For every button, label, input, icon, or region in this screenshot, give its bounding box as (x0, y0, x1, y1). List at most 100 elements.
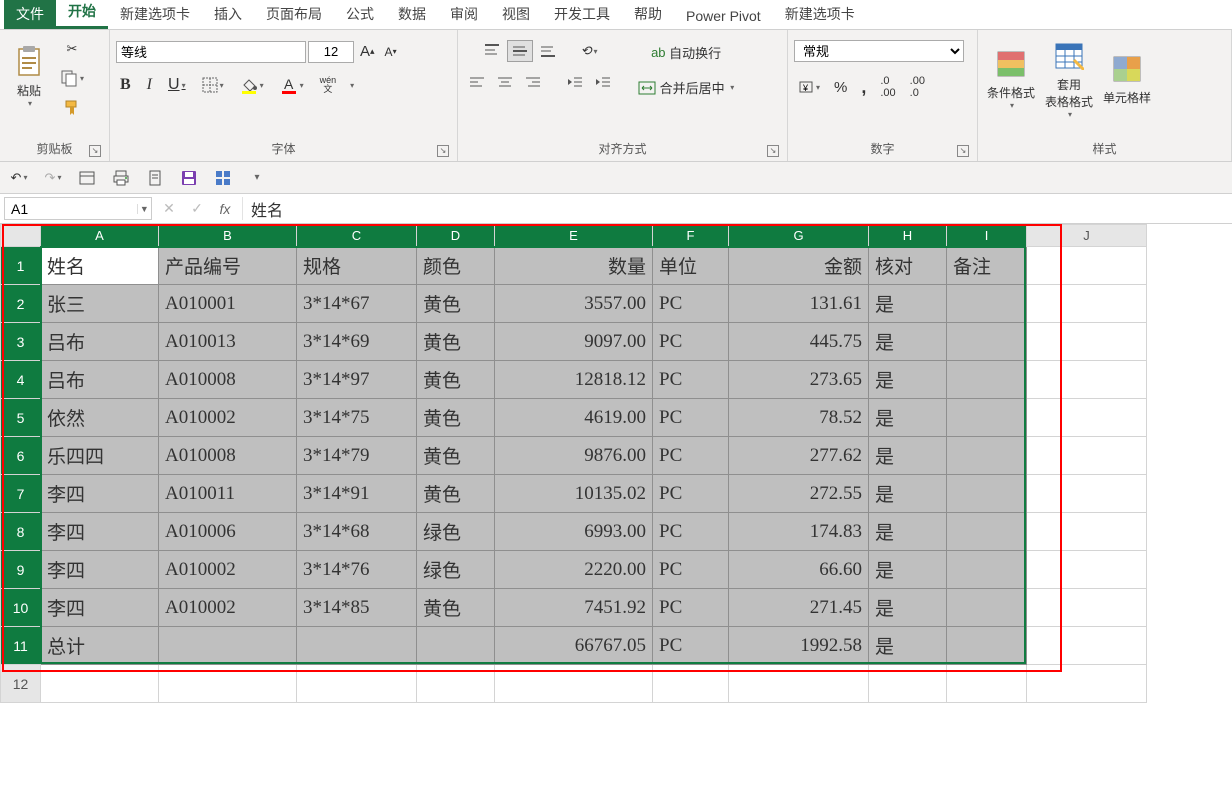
row-header[interactable]: 1 (1, 247, 41, 285)
cell[interactable] (159, 665, 297, 703)
cell[interactable]: 131.61 (729, 285, 869, 323)
cell-styles-button[interactable]: 单元格样 (1100, 36, 1154, 122)
cell[interactable]: PC (653, 437, 729, 475)
cell[interactable]: 是 (869, 589, 947, 627)
cell[interactable] (729, 665, 869, 703)
cell[interactable]: 3*14*76 (297, 551, 417, 589)
decrease-indent-button[interactable] (562, 72, 588, 92)
cell[interactable] (1027, 437, 1147, 475)
italic-button[interactable]: I (143, 73, 156, 97)
cell[interactable]: PC (653, 399, 729, 437)
cell[interactable]: 277.62 (729, 437, 869, 475)
dialog-launcher-icon[interactable]: ↘ (89, 145, 101, 157)
col-header-F[interactable]: F (653, 225, 729, 247)
cell[interactable]: A010002 (159, 589, 297, 627)
cell[interactable]: 黄色 (417, 323, 495, 361)
font-size-input[interactable] (308, 41, 354, 63)
tab-页面布局[interactable]: 页面布局 (254, 0, 334, 29)
cell[interactable]: A010013 (159, 323, 297, 361)
cell[interactable]: 272.55 (729, 475, 869, 513)
cell[interactable]: PC (653, 323, 729, 361)
row-header[interactable]: 12 (1, 665, 41, 703)
row-header[interactable]: 10 (1, 589, 41, 627)
qat-btn-5[interactable] (210, 166, 236, 190)
cell[interactable] (1027, 247, 1147, 285)
col-header-C[interactable]: C (297, 225, 417, 247)
row-header[interactable]: 11 (1, 627, 41, 665)
cell[interactable]: 吕布 (41, 361, 159, 399)
align-left-button[interactable] (464, 72, 490, 92)
percent-button[interactable]: % (830, 76, 851, 99)
cell[interactable]: 黄色 (417, 475, 495, 513)
cell[interactable]: A010008 (159, 437, 297, 475)
cell[interactable]: PC (653, 589, 729, 627)
number-format-select[interactable]: 常规 (794, 40, 964, 62)
cell[interactable] (947, 437, 1027, 475)
align-bottom-button[interactable] (535, 40, 561, 62)
cell[interactable]: 是 (869, 323, 947, 361)
cell[interactable] (1027, 665, 1147, 703)
cell[interactable] (1027, 551, 1147, 589)
cell[interactable]: 1992.58 (729, 627, 869, 665)
cell[interactable]: 黄色 (417, 437, 495, 475)
confirm-formula-button[interactable]: ✓ (184, 200, 210, 217)
cell[interactable]: 依然 (41, 399, 159, 437)
col-header-E[interactable]: E (495, 225, 653, 247)
save-button[interactable] (176, 166, 202, 190)
cell[interactable]: PC (653, 627, 729, 665)
align-right-button[interactable] (520, 72, 546, 92)
accounting-format-button[interactable]: ¥▾ (794, 76, 824, 98)
cell[interactable]: 是 (869, 399, 947, 437)
undo-button[interactable]: ↶▾ (6, 166, 32, 190)
select-all-corner[interactable] (1, 225, 41, 247)
conditional-format-button[interactable]: 条件格式▾ (984, 36, 1038, 122)
cell[interactable]: 6993.00 (495, 513, 653, 551)
cell[interactable]: PC (653, 513, 729, 551)
cell[interactable]: A010002 (159, 399, 297, 437)
cell[interactable]: 2220.00 (495, 551, 653, 589)
cell[interactable]: 3*14*68 (297, 513, 417, 551)
row-header[interactable]: 5 (1, 399, 41, 437)
cell[interactable]: A010011 (159, 475, 297, 513)
dialog-launcher-icon[interactable]: ↘ (437, 145, 449, 157)
cell[interactable]: 备注 (947, 247, 1027, 285)
cell[interactable]: 李四 (41, 551, 159, 589)
tab-数据[interactable]: 数据 (386, 0, 438, 29)
phonetic-button[interactable]: wén 文 (316, 73, 341, 97)
qat-btn-3[interactable] (142, 166, 168, 190)
bold-button[interactable]: B (116, 73, 135, 97)
cell[interactable]: 是 (869, 475, 947, 513)
underline-button[interactable]: U▾ (164, 73, 190, 97)
cell[interactable] (495, 665, 653, 703)
cell[interactable]: 李四 (41, 589, 159, 627)
cell[interactable]: 姓名 (41, 247, 159, 285)
cell[interactable]: 3*14*79 (297, 437, 417, 475)
cell[interactable] (1027, 475, 1147, 513)
cell[interactable]: 吕布 (41, 323, 159, 361)
format-painter-button[interactable] (59, 96, 85, 120)
cell[interactable]: 3*14*97 (297, 361, 417, 399)
cell[interactable] (297, 627, 417, 665)
cell[interactable]: 是 (869, 361, 947, 399)
increase-decimal-button[interactable]: .0.00 (876, 72, 899, 102)
decrease-decimal-button[interactable]: .00.0 (906, 72, 929, 102)
row-header[interactable]: 2 (1, 285, 41, 323)
cell[interactable] (417, 627, 495, 665)
col-header-B[interactable]: B (159, 225, 297, 247)
cell[interactable] (947, 551, 1027, 589)
cell[interactable] (297, 665, 417, 703)
cell[interactable]: 3*14*91 (297, 475, 417, 513)
row-header[interactable]: 8 (1, 513, 41, 551)
cell[interactable]: 3*14*85 (297, 589, 417, 627)
cell[interactable]: 李四 (41, 475, 159, 513)
fill-color-button[interactable]: ▾ (236, 73, 268, 97)
font-name-input[interactable] (116, 41, 306, 63)
cell[interactable]: 张三 (41, 285, 159, 323)
cell[interactable] (869, 665, 947, 703)
table-format-button[interactable]: 套用 表格格式▾ (1042, 36, 1096, 122)
col-header-H[interactable]: H (869, 225, 947, 247)
align-center-button[interactable] (492, 72, 518, 92)
cell[interactable]: PC (653, 551, 729, 589)
tab-新建选项卡[interactable]: 新建选项卡 (108, 0, 202, 29)
redo-button[interactable]: ↷▾ (40, 166, 66, 190)
